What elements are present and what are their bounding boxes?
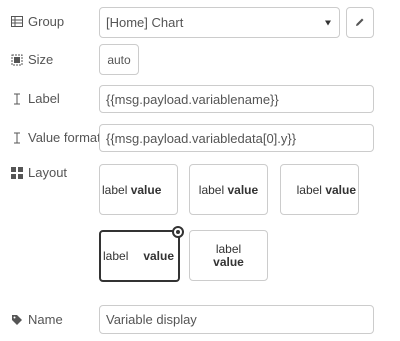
layout-option-value: value <box>130 182 162 197</box>
grid-icon <box>10 166 24 179</box>
value-format-input[interactable]: {{msg.payload.variabledata[0].y}} <box>99 124 374 152</box>
layout-option-label: label <box>215 241 242 256</box>
size-label-row: Size <box>10 52 53 67</box>
group-label-row: Group <box>10 14 64 29</box>
layout-option-4[interactable]: label value <box>99 226 184 282</box>
size-button[interactable]: auto <box>99 44 139 75</box>
layout-option-value: value <box>227 182 259 197</box>
chevron-down-icon <box>325 20 331 25</box>
layout-option-value: value <box>213 254 244 269</box>
group-select[interactable]: [Home] Chart <box>99 7 340 38</box>
label-input[interactable]: {{msg.payload.variablename}} <box>99 85 374 113</box>
text-cursor-icon <box>10 93 24 105</box>
layout-option-1[interactable]: label value <box>99 164 178 215</box>
layout-option-label: label <box>103 249 129 263</box>
value-format-label: Value format <box>28 130 101 145</box>
layout-option-value: value <box>143 249 174 263</box>
layout-option-label: label <box>102 182 128 197</box>
label-input-value: {{msg.payload.variablename}} <box>106 91 279 107</box>
size-value: auto <box>107 52 131 67</box>
value-format-input-value: {{msg.payload.variabledata[0].y}} <box>106 130 297 146</box>
edit-group-button[interactable] <box>346 7 374 38</box>
layout-option-value: value <box>325 182 356 197</box>
layout-label-row: Layout <box>10 165 67 180</box>
value-format-label-row: Value format <box>10 130 101 145</box>
layout-option-5[interactable]: label value <box>189 230 268 281</box>
selected-radio-icon <box>172 226 184 238</box>
layout-option-2[interactable]: label value <box>189 164 268 215</box>
group-label: Group <box>28 14 65 29</box>
size-icon <box>10 54 24 66</box>
size-label: Size <box>28 52 54 67</box>
name-input[interactable]: Variable display <box>99 305 374 334</box>
layout-option-label: label <box>296 182 322 197</box>
name-label: Name <box>28 312 63 327</box>
layout-option-3[interactable]: label value <box>280 164 359 215</box>
name-input-value: Variable display <box>106 312 197 327</box>
group-select-value: [Home] Chart <box>106 15 184 30</box>
tag-icon <box>10 314 24 326</box>
layout-option-label: label <box>198 182 225 197</box>
pencil-icon <box>355 16 365 30</box>
table-icon <box>10 16 24 27</box>
layout-label: Layout <box>28 165 68 180</box>
text-cursor-icon <box>10 132 24 144</box>
label-label: Label <box>28 91 60 106</box>
name-label-row: Name <box>10 312 63 327</box>
label-label-row: Label <box>10 91 60 106</box>
